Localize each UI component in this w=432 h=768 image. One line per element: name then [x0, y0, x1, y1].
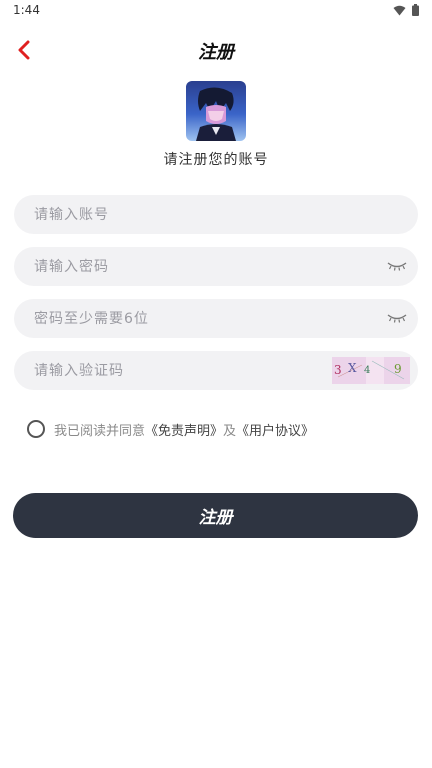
captcha-image[interactable]: 3 X 4 9 — [332, 357, 410, 384]
register-button[interactable]: 注册 — [13, 493, 418, 538]
password-field — [14, 247, 418, 286]
confirm-password-visibility-toggle[interactable] — [386, 309, 408, 327]
status-icons — [393, 4, 419, 16]
user-agreement-link[interactable]: 《用户协议》 — [236, 420, 314, 439]
status-bar: 1:44 — [0, 0, 432, 22]
agreement-row: 我已阅读并同意 《免责声明》 及 《用户协议》 — [27, 419, 314, 439]
agreement-and: 及 — [223, 423, 237, 439]
eye-closed-icon — [387, 314, 407, 323]
page-title: 注册 — [198, 42, 234, 63]
captcha-char: 3 — [334, 363, 342, 377]
verification-code-input[interactable] — [34, 351, 324, 390]
verification-code-field: 3 X 4 9 — [14, 351, 418, 390]
confirm-password-field — [14, 299, 418, 338]
register-subtitle: 请注册您的账号 — [163, 152, 269, 168]
header: 注册 — [0, 30, 432, 70]
account-input[interactable] — [34, 195, 364, 234]
avatar — [186, 81, 246, 141]
captcha-char: 9 — [394, 362, 402, 376]
status-time: 1:44 — [13, 3, 40, 17]
password-visibility-toggle[interactable] — [386, 257, 408, 275]
confirm-password-input[interactable] — [34, 299, 364, 338]
wifi-icon — [393, 5, 406, 15]
battery-icon — [412, 4, 419, 16]
captcha-char: 4 — [364, 365, 371, 376]
captcha-char: X — [348, 361, 357, 375]
agreement-prefix: 我已阅读并同意 — [54, 423, 146, 439]
eye-closed-icon — [387, 262, 407, 271]
account-field — [14, 195, 418, 234]
agreement-checkbox[interactable] — [27, 420, 45, 438]
password-input[interactable] — [34, 247, 364, 286]
disclaimer-link[interactable]: 《免责声明》 — [145, 420, 223, 439]
